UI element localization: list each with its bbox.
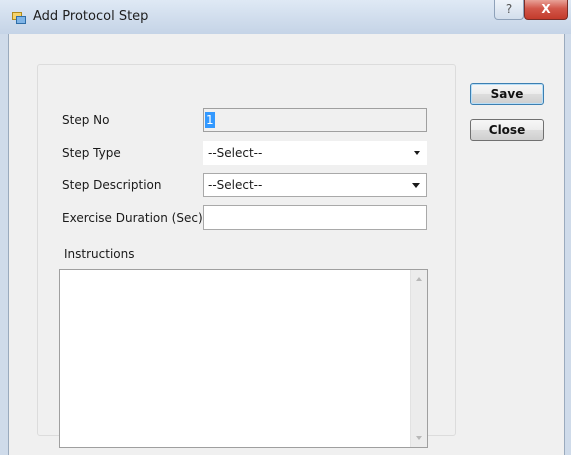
instructions-scrollbar[interactable] — [410, 270, 427, 447]
save-button[interactable]: Save — [470, 83, 544, 105]
form-panel: Step No 1 Step Type --Select-- Step Desc… — [37, 64, 456, 448]
instructions-label: Instructions — [64, 247, 135, 261]
chevron-down-icon — [412, 183, 420, 188]
step-type-label: Step Type — [62, 146, 121, 160]
question-icon: ? — [505, 2, 513, 16]
dialog-window: Add Protocol Step ? X Step No 1 Step Typ… — [0, 0, 571, 455]
help-button[interactable]: ? — [494, 0, 524, 20]
title-bar[interactable]: Add Protocol Step ? X — [0, 0, 571, 34]
exercise-duration-input[interactable] — [203, 205, 427, 230]
step-no-value: 1 — [205, 112, 215, 128]
step-type-select[interactable]: --Select-- — [203, 141, 427, 165]
step-description-select[interactable]: --Select-- — [203, 173, 427, 197]
dialog-client-area: Step No 1 Step Type --Select-- Step Desc… — [8, 34, 565, 455]
step-no-label: Step No — [62, 113, 110, 127]
window-close-button[interactable]: X — [524, 0, 568, 20]
close-button[interactable]: Close — [470, 119, 544, 141]
close-icon: X — [541, 2, 551, 16]
exercise-duration-label: Exercise Duration (Sec) — [62, 211, 203, 225]
step-type-selected: --Select-- — [208, 146, 263, 160]
chevron-down-icon — [414, 151, 420, 155]
step-description-label: Step Description — [62, 178, 162, 192]
app-window-icon — [12, 12, 26, 24]
instructions-textarea[interactable] — [59, 269, 428, 448]
step-no-field[interactable]: 1 — [203, 108, 427, 132]
window-title: Add Protocol Step — [33, 9, 149, 24]
scroll-down-icon[interactable] — [416, 436, 422, 440]
step-description-selected: --Select-- — [208, 178, 263, 192]
scroll-up-icon[interactable] — [416, 277, 422, 281]
